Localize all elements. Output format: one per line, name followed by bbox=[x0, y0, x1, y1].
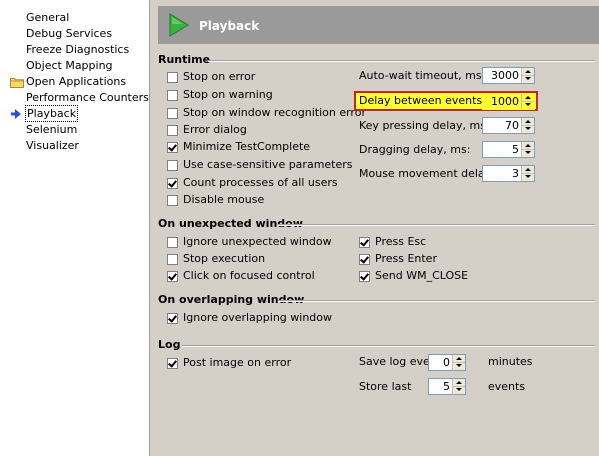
page-title: Playback bbox=[199, 19, 260, 33]
folder-icon bbox=[10, 78, 24, 88]
post-image-on-error-label: Post image on error bbox=[183, 356, 292, 369]
spinner-value: 5 bbox=[443, 380, 450, 393]
send-wm-close-checkbox[interactable] bbox=[359, 271, 370, 282]
disable-mouse-checkbox[interactable] bbox=[167, 195, 178, 206]
section-divider bbox=[278, 224, 595, 226]
section-title-runtime: Runtime bbox=[158, 53, 211, 66]
stop-on-error-checkbox[interactable] bbox=[167, 72, 178, 83]
spinner-buttons bbox=[521, 94, 534, 109]
spin-up-button[interactable] bbox=[453, 379, 465, 387]
spinner-value: 70 bbox=[505, 119, 519, 132]
tree-item-label: Freeze Diagnostics bbox=[26, 43, 130, 56]
stop-on-warning-label: Stop on warning bbox=[183, 88, 273, 101]
press-esc-checkbox[interactable] bbox=[359, 237, 370, 248]
error-dialog-checkbox[interactable] bbox=[167, 125, 178, 136]
store-last-unit-label: events bbox=[488, 380, 526, 393]
spinner-value: 5 bbox=[512, 143, 519, 156]
send-wm-close-label: Send WM_CLOSE bbox=[375, 269, 469, 282]
error-dialog-label: Error dialog bbox=[183, 123, 247, 136]
count-processes-checkbox[interactable] bbox=[167, 178, 178, 189]
spinner-value: 1000 bbox=[491, 95, 519, 108]
delay-between-events-spinner[interactable]: 1000 bbox=[482, 93, 535, 110]
tree-item-label: Performance Counters bbox=[26, 91, 149, 104]
spinner-value: 0 bbox=[443, 356, 450, 369]
ignore-unexpected-window-checkbox[interactable] bbox=[167, 237, 178, 248]
store-last-label: Store last bbox=[359, 380, 412, 393]
spin-down-button[interactable] bbox=[522, 150, 534, 157]
spin-down-button[interactable] bbox=[453, 363, 465, 370]
press-enter-checkbox[interactable] bbox=[359, 254, 370, 265]
ignore-overlapping-window-checkbox[interactable] bbox=[167, 313, 178, 324]
spin-up-button[interactable] bbox=[522, 94, 534, 102]
tree-item-label: Selenium bbox=[26, 123, 78, 136]
press-esc-label: Press Esc bbox=[375, 235, 427, 248]
spin-up-button[interactable] bbox=[522, 142, 534, 150]
play-arrow-icon bbox=[169, 13, 189, 37]
click-focused-control-checkbox[interactable] bbox=[167, 271, 178, 282]
tree-item-label: General bbox=[26, 11, 70, 24]
ignore-unexpected-window-label: Ignore unexpected window bbox=[183, 235, 332, 248]
tree-item-label: Debug Services bbox=[26, 27, 113, 40]
section-divider bbox=[278, 300, 595, 302]
minimize-testcomplete-label: Minimize TestComplete bbox=[183, 140, 311, 153]
spin-down-button[interactable] bbox=[522, 76, 534, 83]
minimize-testcomplete-checkbox[interactable] bbox=[167, 142, 178, 153]
count-processes-label: Count processes of all users bbox=[183, 176, 338, 189]
stop-execution-label: Stop execution bbox=[183, 252, 266, 265]
settings-tree: General Debug Services Freeze Diagnostic… bbox=[0, 0, 150, 456]
spinner-buttons bbox=[452, 355, 465, 370]
arrow-right-icon bbox=[11, 109, 21, 119]
spin-down-button[interactable] bbox=[522, 102, 534, 109]
disable-mouse-label: Disable mouse bbox=[183, 193, 265, 206]
case-sensitive-parameters-label: Use case-sensitive parameters bbox=[183, 158, 353, 171]
key-pressing-delay-label: Key pressing delay, ms: bbox=[359, 119, 490, 132]
click-focused-control-label: Click on focused control bbox=[183, 269, 315, 282]
panel-header: Playback bbox=[158, 6, 599, 44]
spinner-buttons bbox=[452, 379, 465, 394]
spinner-value: 3000 bbox=[491, 69, 519, 82]
section-divider bbox=[182, 345, 595, 347]
spinner-buttons bbox=[521, 142, 534, 157]
mouse-movement-delay-spinner[interactable]: 3 bbox=[482, 165, 535, 182]
ignore-overlapping-window-label: Ignore overlapping window bbox=[183, 311, 333, 324]
stop-on-warning-checkbox[interactable] bbox=[167, 90, 178, 101]
stop-on-window-recognition-error-label: Stop on window recognition error bbox=[183, 106, 366, 119]
tree-item-label: Open Applications bbox=[26, 75, 127, 88]
stop-execution-checkbox[interactable] bbox=[167, 254, 178, 265]
spinner-buttons bbox=[521, 118, 534, 133]
save-log-unit-label: minutes bbox=[488, 355, 533, 368]
settings-panel: Playback Runtime Stop on error Stop on w… bbox=[154, 0, 599, 456]
spin-down-button[interactable] bbox=[522, 126, 534, 133]
stop-on-window-recognition-error-checkbox[interactable] bbox=[167, 108, 178, 119]
store-last-spinner[interactable]: 5 bbox=[428, 378, 466, 395]
spin-up-button[interactable] bbox=[522, 118, 534, 126]
post-image-on-error-checkbox[interactable] bbox=[167, 358, 178, 369]
dragging-delay-spinner[interactable]: 5 bbox=[482, 141, 535, 158]
dragging-delay-label: Dragging delay, ms: bbox=[359, 143, 471, 156]
spin-up-button[interactable] bbox=[453, 355, 465, 363]
key-pressing-delay-spinner[interactable]: 70 bbox=[482, 117, 535, 134]
auto-wait-timeout-label: Auto-wait timeout, ms: bbox=[359, 69, 486, 82]
spin-up-button[interactable] bbox=[522, 166, 534, 174]
spin-down-button[interactable] bbox=[522, 174, 534, 181]
auto-wait-timeout-spinner[interactable]: 3000 bbox=[482, 67, 535, 84]
save-log-every-spinner[interactable]: 0 bbox=[428, 354, 466, 371]
tree-item-label: Object Mapping bbox=[26, 59, 113, 72]
section-title-log: Log bbox=[158, 338, 181, 351]
spinner-buttons bbox=[521, 68, 534, 83]
press-enter-label: Press Enter bbox=[375, 252, 437, 265]
spinner-buttons bbox=[521, 166, 534, 181]
case-sensitive-parameters-checkbox[interactable] bbox=[167, 160, 178, 171]
tree-item-label: Playback bbox=[25, 105, 79, 122]
section-divider bbox=[208, 60, 595, 62]
spin-up-button[interactable] bbox=[522, 68, 534, 76]
stop-on-error-label: Stop on error bbox=[183, 70, 256, 83]
tree-item-label: Visualizer bbox=[26, 139, 79, 152]
spin-down-button[interactable] bbox=[453, 387, 465, 394]
spinner-value: 3 bbox=[512, 167, 519, 180]
